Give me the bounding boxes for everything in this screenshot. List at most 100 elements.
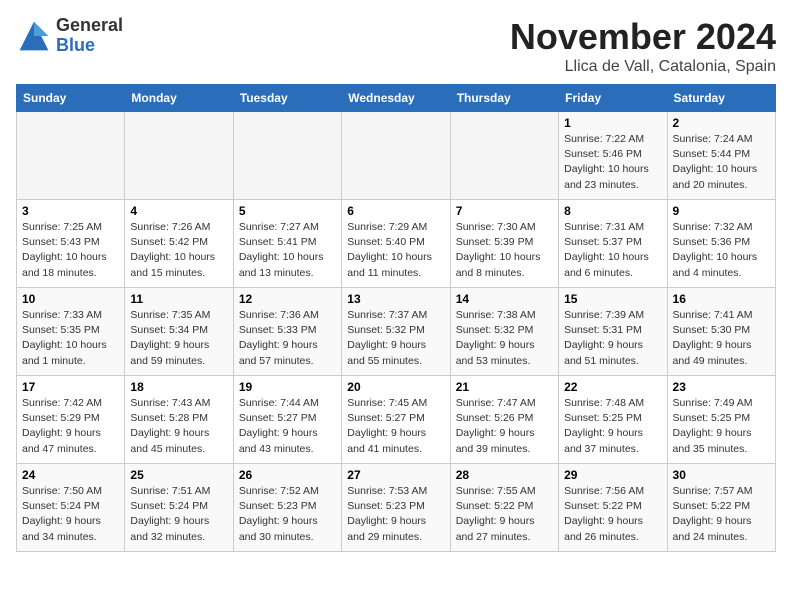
day-number: 9 (673, 204, 770, 218)
day-number: 26 (239, 468, 336, 482)
calendar-cell: 11 Sunrise: 7:35 AMSunset: 5:34 PMDayligh… (125, 288, 233, 376)
day-info: Sunrise: 7:26 AMSunset: 5:42 PMDaylight:… (130, 220, 227, 281)
day-number: 16 (673, 292, 770, 306)
calendar-cell: 18 Sunrise: 7:43 AMSunset: 5:28 PMDayligh… (125, 376, 233, 464)
day-number: 28 (456, 468, 553, 482)
day-info: Sunrise: 7:52 AMSunset: 5:23 PMDaylight:… (239, 484, 336, 545)
calendar-cell: 3 Sunrise: 7:25 AMSunset: 5:43 PMDaylight… (17, 200, 125, 288)
calendar-cell: 17 Sunrise: 7:42 AMSunset: 5:29 PMDayligh… (17, 376, 125, 464)
day-number: 10 (22, 292, 119, 306)
day-info: Sunrise: 7:25 AMSunset: 5:43 PMDaylight:… (22, 220, 119, 281)
day-info: Sunrise: 7:35 AMSunset: 5:34 PMDaylight:… (130, 308, 227, 369)
calendar-cell: 20 Sunrise: 7:45 AMSunset: 5:27 PMDayligh… (342, 376, 450, 464)
calendar-cell: 7Sunrise: 7:30 AMSunset: 5:39 PMDaylight… (450, 200, 558, 288)
calendar-cell: 24 Sunrise: 7:50 AMSunset: 5:24 PMDayligh… (17, 464, 125, 552)
calendar-cell: 29Sunrise: 7:56 AMSunset: 5:22 PMDayligh… (559, 464, 667, 552)
day-number: 30 (673, 468, 770, 482)
day-info: Sunrise: 7:39 AMSunset: 5:31 PMDaylight:… (564, 308, 661, 369)
day-info: Sunrise: 7:31 AMSunset: 5:37 PMDaylight:… (564, 220, 661, 281)
calendar-cell: 8Sunrise: 7:31 AMSunset: 5:37 PMDaylight… (559, 200, 667, 288)
day-info: Sunrise: 7:24 AMSunset: 5:44 PMDaylight:… (673, 132, 770, 193)
day-info: Sunrise: 7:48 AMSunset: 5:25 PMDaylight:… (564, 396, 661, 457)
day-info: Sunrise: 7:33 AMSunset: 5:35 PMDaylight:… (22, 308, 119, 369)
day-number: 27 (347, 468, 444, 482)
day-info: Sunrise: 7:55 AMSunset: 5:22 PMDaylight:… (456, 484, 553, 545)
calendar-cell (17, 112, 125, 200)
day-number: 14 (456, 292, 553, 306)
day-info: Sunrise: 7:43 AMSunset: 5:28 PMDaylight:… (130, 396, 227, 457)
calendar-cell: 19 Sunrise: 7:44 AMSunset: 5:27 PMDayligh… (233, 376, 341, 464)
calendar-body: 1 Sunrise: 7:22 AMSunset: 5:46 PMDaylight… (17, 112, 776, 552)
day-number: 13 (347, 292, 444, 306)
logo-icon (16, 18, 52, 54)
day-info: Sunrise: 7:45 AMSunset: 5:27 PMDaylight:… (347, 396, 444, 457)
calendar-day-header: Friday (559, 85, 667, 112)
day-number: 5 (239, 204, 336, 218)
day-info: Sunrise: 7:32 AMSunset: 5:36 PMDaylight:… (673, 220, 770, 281)
day-number: 12 (239, 292, 336, 306)
day-number: 17 (22, 380, 119, 394)
day-number: 19 (239, 380, 336, 394)
calendar-cell (342, 112, 450, 200)
calendar-week-row: 17 Sunrise: 7:42 AMSunset: 5:29 PMDayligh… (17, 376, 776, 464)
calendar-cell: 2 Sunrise: 7:24 AMSunset: 5:44 PMDaylight… (667, 112, 775, 200)
day-info: Sunrise: 7:50 AMSunset: 5:24 PMDaylight:… (22, 484, 119, 545)
day-info: Sunrise: 7:36 AMSunset: 5:33 PMDaylight:… (239, 308, 336, 369)
calendar-day-header: Saturday (667, 85, 775, 112)
day-number: 3 (22, 204, 119, 218)
calendar-cell: 16 Sunrise: 7:41 AMSunset: 5:30 PMDayligh… (667, 288, 775, 376)
day-number: 4 (130, 204, 227, 218)
logo: General Blue (16, 16, 123, 56)
day-number: 11 (130, 292, 227, 306)
calendar-cell: 25 Sunrise: 7:51 AMSunset: 5:24 PMDayligh… (125, 464, 233, 552)
calendar-cell: 23 Sunrise: 7:49 AMSunset: 5:25 PMDayligh… (667, 376, 775, 464)
day-info: Sunrise: 7:27 AMSunset: 5:41 PMDaylight:… (239, 220, 336, 281)
calendar-day-header: Sunday (17, 85, 125, 112)
location: Llica de Vall, Catalonia, Spain (510, 58, 776, 76)
day-info: Sunrise: 7:44 AMSunset: 5:27 PMDaylight:… (239, 396, 336, 457)
calendar-day-header: Thursday (450, 85, 558, 112)
calendar-day-header: Wednesday (342, 85, 450, 112)
calendar-cell: 21Sunrise: 7:47 AMSunset: 5:26 PMDayligh… (450, 376, 558, 464)
day-number: 24 (22, 468, 119, 482)
calendar-cell: 30 Sunrise: 7:57 AMSunset: 5:22 PMDayligh… (667, 464, 775, 552)
calendar-cell: 13 Sunrise: 7:37 AMSunset: 5:32 PMDayligh… (342, 288, 450, 376)
day-info: Sunrise: 7:53 AMSunset: 5:23 PMDaylight:… (347, 484, 444, 545)
calendar-day-header: Monday (125, 85, 233, 112)
day-number: 1 (564, 116, 661, 130)
day-info: Sunrise: 7:42 AMSunset: 5:29 PMDaylight:… (22, 396, 119, 457)
calendar-day-header: Tuesday (233, 85, 341, 112)
day-info: Sunrise: 7:37 AMSunset: 5:32 PMDaylight:… (347, 308, 444, 369)
day-info: Sunrise: 7:57 AMSunset: 5:22 PMDaylight:… (673, 484, 770, 545)
calendar-cell: 14Sunrise: 7:38 AMSunset: 5:32 PMDayligh… (450, 288, 558, 376)
day-info: Sunrise: 7:49 AMSunset: 5:25 PMDaylight:… (673, 396, 770, 457)
day-info: Sunrise: 7:30 AMSunset: 5:39 PMDaylight:… (456, 220, 553, 281)
page-header: General Blue November 2024 Llica de Vall… (16, 16, 776, 76)
day-info: Sunrise: 7:47 AMSunset: 5:26 PMDaylight:… (456, 396, 553, 457)
calendar-cell: 9 Sunrise: 7:32 AMSunset: 5:36 PMDaylight… (667, 200, 775, 288)
calendar-cell: 1 Sunrise: 7:22 AMSunset: 5:46 PMDaylight… (559, 112, 667, 200)
calendar-cell (233, 112, 341, 200)
calendar-cell: 15 Sunrise: 7:39 AMSunset: 5:31 PMDayligh… (559, 288, 667, 376)
day-number: 2 (673, 116, 770, 130)
calendar-cell: 28 Sunrise: 7:55 AMSunset: 5:22 PMDayligh… (450, 464, 558, 552)
logo-text: General Blue (56, 16, 123, 56)
day-info: Sunrise: 7:51 AMSunset: 5:24 PMDaylight:… (130, 484, 227, 545)
day-number: 20 (347, 380, 444, 394)
calendar-cell: 5 Sunrise: 7:27 AMSunset: 5:41 PMDaylight… (233, 200, 341, 288)
day-info: Sunrise: 7:29 AMSunset: 5:40 PMDaylight:… (347, 220, 444, 281)
calendar-cell: 4 Sunrise: 7:26 AMSunset: 5:42 PMDaylight… (125, 200, 233, 288)
day-number: 23 (673, 380, 770, 394)
calendar-cell (125, 112, 233, 200)
day-number: 15 (564, 292, 661, 306)
calendar-cell: 6Sunrise: 7:29 AMSunset: 5:40 PMDaylight… (342, 200, 450, 288)
day-info: Sunrise: 7:41 AMSunset: 5:30 PMDaylight:… (673, 308, 770, 369)
calendar-cell: 10 Sunrise: 7:33 AMSunset: 5:35 PMDayligh… (17, 288, 125, 376)
calendar-cell: 26 Sunrise: 7:52 AMSunset: 5:23 PMDayligh… (233, 464, 341, 552)
day-number: 18 (130, 380, 227, 394)
calendar-header-row: SundayMondayTuesdayWednesdayThursdayFrid… (17, 85, 776, 112)
day-number: 25 (130, 468, 227, 482)
calendar-week-row: 10 Sunrise: 7:33 AMSunset: 5:35 PMDayligh… (17, 288, 776, 376)
day-info: Sunrise: 7:22 AMSunset: 5:46 PMDaylight:… (564, 132, 661, 193)
month-title: November 2024 (510, 16, 776, 58)
